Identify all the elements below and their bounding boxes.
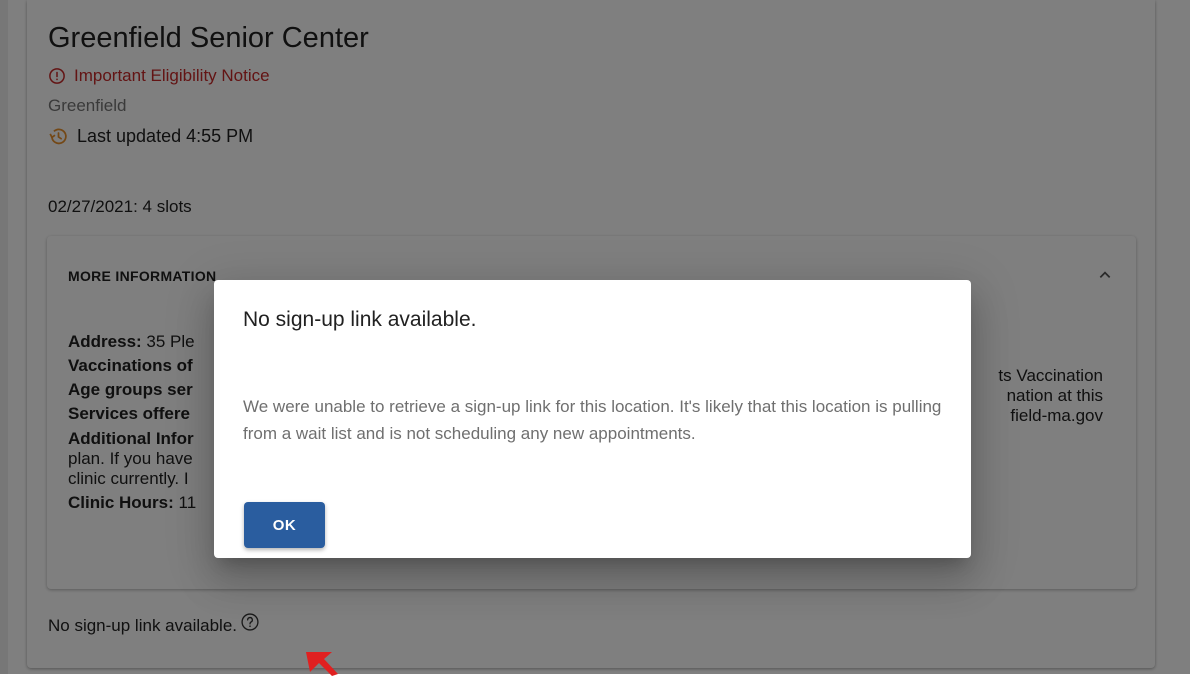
ok-button[interactable]: OK [244, 502, 325, 548]
mouse-pointer-icon [306, 652, 338, 676]
signup-dialog: No sign-up link available. We were unabl… [214, 280, 971, 558]
page-edge [0, 0, 8, 674]
dialog-title: No sign-up link available. [243, 308, 477, 331]
dialog-message: We were unable to retrieve a sign-up lin… [243, 397, 942, 443]
